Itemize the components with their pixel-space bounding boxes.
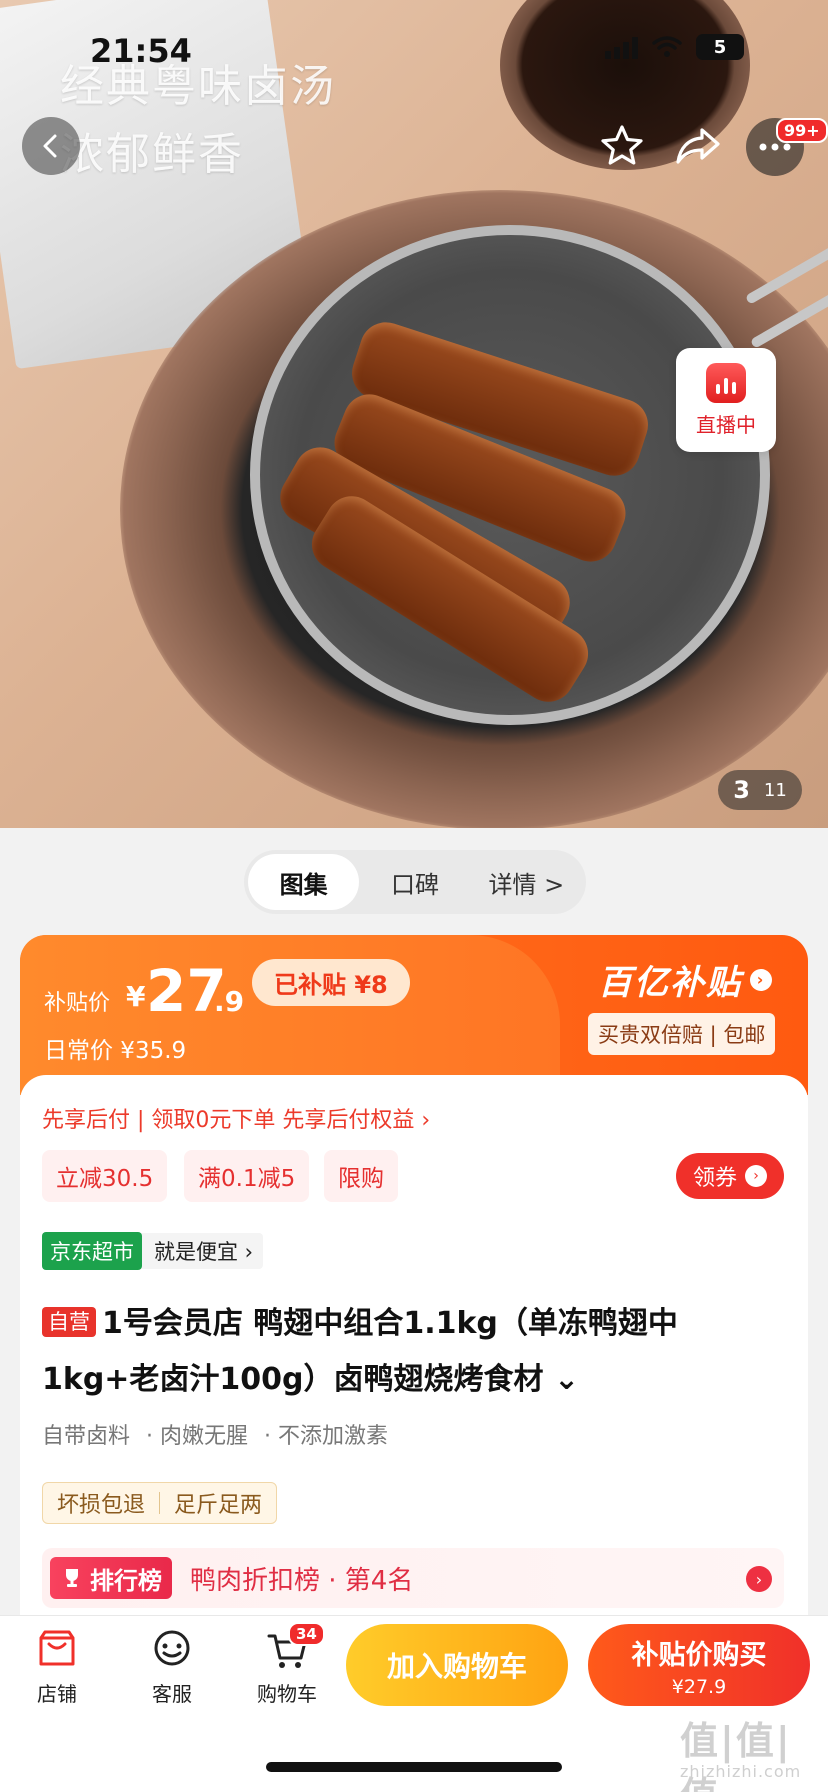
- guarantee-item: 坏损包退: [57, 1493, 146, 1518]
- tab-details[interactable]: 详情 >: [471, 854, 582, 910]
- billion-subsidy-logo: 百亿补贴: [598, 963, 742, 1003]
- feature-item: · 肉嫩无腥: [146, 1424, 249, 1449]
- tab-gallery[interactable]: 图集: [248, 854, 360, 910]
- live-icon: [706, 362, 746, 403]
- billion-subsidy-link[interactable]: 百亿补贴 ›: [598, 955, 772, 1004]
- pay-later-link[interactable]: 先享后付 | 领取0元下单 先享后付权益 ›: [42, 1102, 430, 1134]
- ranking-badge-label: 排行榜: [90, 1566, 162, 1595]
- cart-label: 购物车: [257, 1682, 317, 1706]
- chevron-right-icon: ›: [745, 1165, 767, 1187]
- price-decimal: .9: [214, 985, 245, 1018]
- ranking-badge: 排行榜: [50, 1557, 172, 1599]
- product-title-text: 1号会员店 鸭翅中组合1.1kg（单冻鸭翅中1kg+老卤汁100g）卤鸭翅烧烤食…: [42, 1306, 678, 1397]
- promo-tag[interactable]: 限购: [324, 1150, 398, 1202]
- home-indicator: [266, 1762, 562, 1772]
- service-guarantees[interactable]: 坏损包退 足斤足两: [42, 1482, 278, 1524]
- notification-badge: 99+: [776, 118, 828, 143]
- jd-supermarket-badge: 京东超市: [42, 1232, 142, 1270]
- live-stream-button[interactable]: 直播中: [676, 348, 776, 452]
- image-total: 11: [763, 779, 787, 801]
- get-coupon-button[interactable]: 领券 ›: [676, 1153, 784, 1199]
- live-label: 直播中: [696, 412, 756, 437]
- customer-service-button[interactable]: 客服: [127, 1628, 217, 1707]
- promo-tag[interactable]: 满0.1减5: [184, 1150, 310, 1202]
- currency-symbol: ¥: [126, 980, 146, 1013]
- feature-item: 自带卤料: [42, 1424, 131, 1449]
- feature-list: 自带卤料 · 肉嫩无腥 · 不添加激素: [42, 1418, 388, 1450]
- image-index: 3: [733, 776, 750, 804]
- subsidy-price-label: 补贴价: [44, 991, 111, 1016]
- add-to-cart-button[interactable]: 加入购物车: [346, 1624, 568, 1706]
- buy-now-price: ¥27.9: [671, 1675, 727, 1698]
- subsidy-amount-badge: 已补贴 ¥8: [252, 959, 410, 1006]
- chat-icon: [154, 1630, 190, 1666]
- cart-count-badge: 34: [288, 1622, 325, 1646]
- watermark-url: zhizhizhi.com: [680, 1762, 802, 1781]
- status-icons: 5: [605, 34, 744, 60]
- share-icon[interactable]: [674, 122, 722, 170]
- chevron-right-icon: ›: [750, 968, 772, 991]
- store-channel-tag[interactable]: 京东超市 就是便宜 ›: [42, 1232, 264, 1270]
- buy-now-button[interactable]: 补贴价购买 ¥27.9: [588, 1624, 810, 1706]
- section-tabs: 图集 口碑 详情 >: [244, 850, 586, 914]
- product-title[interactable]: 自营 1号会员店 鸭翅中组合1.1kg（单冻鸭翅中1kg+老卤汁100g）卤鸭翅烧…: [42, 1296, 782, 1408]
- strainer-handle-image: [744, 241, 828, 305]
- guarantee-item: 足斤足两: [174, 1493, 263, 1518]
- price-banner: 补贴价 ¥ 27 .9 已补贴 ¥8 日常价 ¥35.9 百亿补贴 › 买贵双倍…: [20, 935, 808, 1095]
- promo-tag[interactable]: 立减30.5: [42, 1150, 168, 1202]
- store-icon: [39, 1630, 75, 1666]
- self-operated-badge: 自营: [42, 1307, 96, 1337]
- feature-item: · 不添加激素: [264, 1424, 389, 1449]
- store-slogan: 就是便宜 ›: [154, 1240, 254, 1264]
- chevron-right-icon: ›: [746, 1566, 772, 1592]
- back-button[interactable]: [22, 117, 80, 175]
- store-button[interactable]: 店铺: [12, 1628, 102, 1707]
- image-caption-line2: 浓郁鲜香: [60, 129, 244, 180]
- service-label: 客服: [152, 1682, 192, 1706]
- signal-icon: [605, 35, 638, 59]
- wifi-icon: [652, 36, 682, 57]
- daily-price: 日常价 ¥35.9: [44, 1038, 187, 1064]
- buy-now-label: 补贴价购买: [631, 1639, 767, 1671]
- trophy-icon: [66, 1569, 78, 1587]
- battery-icon: 5: [696, 34, 744, 60]
- image-counter: 3 11: [718, 770, 802, 810]
- store-label: 店铺: [37, 1682, 77, 1706]
- star-icon[interactable]: [598, 122, 646, 170]
- guarantee-note: 买贵双倍赔 | 包邮: [588, 1013, 776, 1055]
- ranking-banner[interactable]: 排行榜 鸭肉折扣榜 · 第4名 ›: [42, 1548, 784, 1608]
- tab-reviews[interactable]: 口碑: [359, 854, 470, 910]
- status-time: 21:54: [90, 32, 192, 70]
- ranking-text: 鸭肉折扣榜 · 第4名: [190, 1565, 414, 1596]
- chevron-left-icon: [43, 134, 57, 158]
- coupon-label: 领券: [692, 1166, 737, 1191]
- more-dots-icon: [759, 143, 791, 151]
